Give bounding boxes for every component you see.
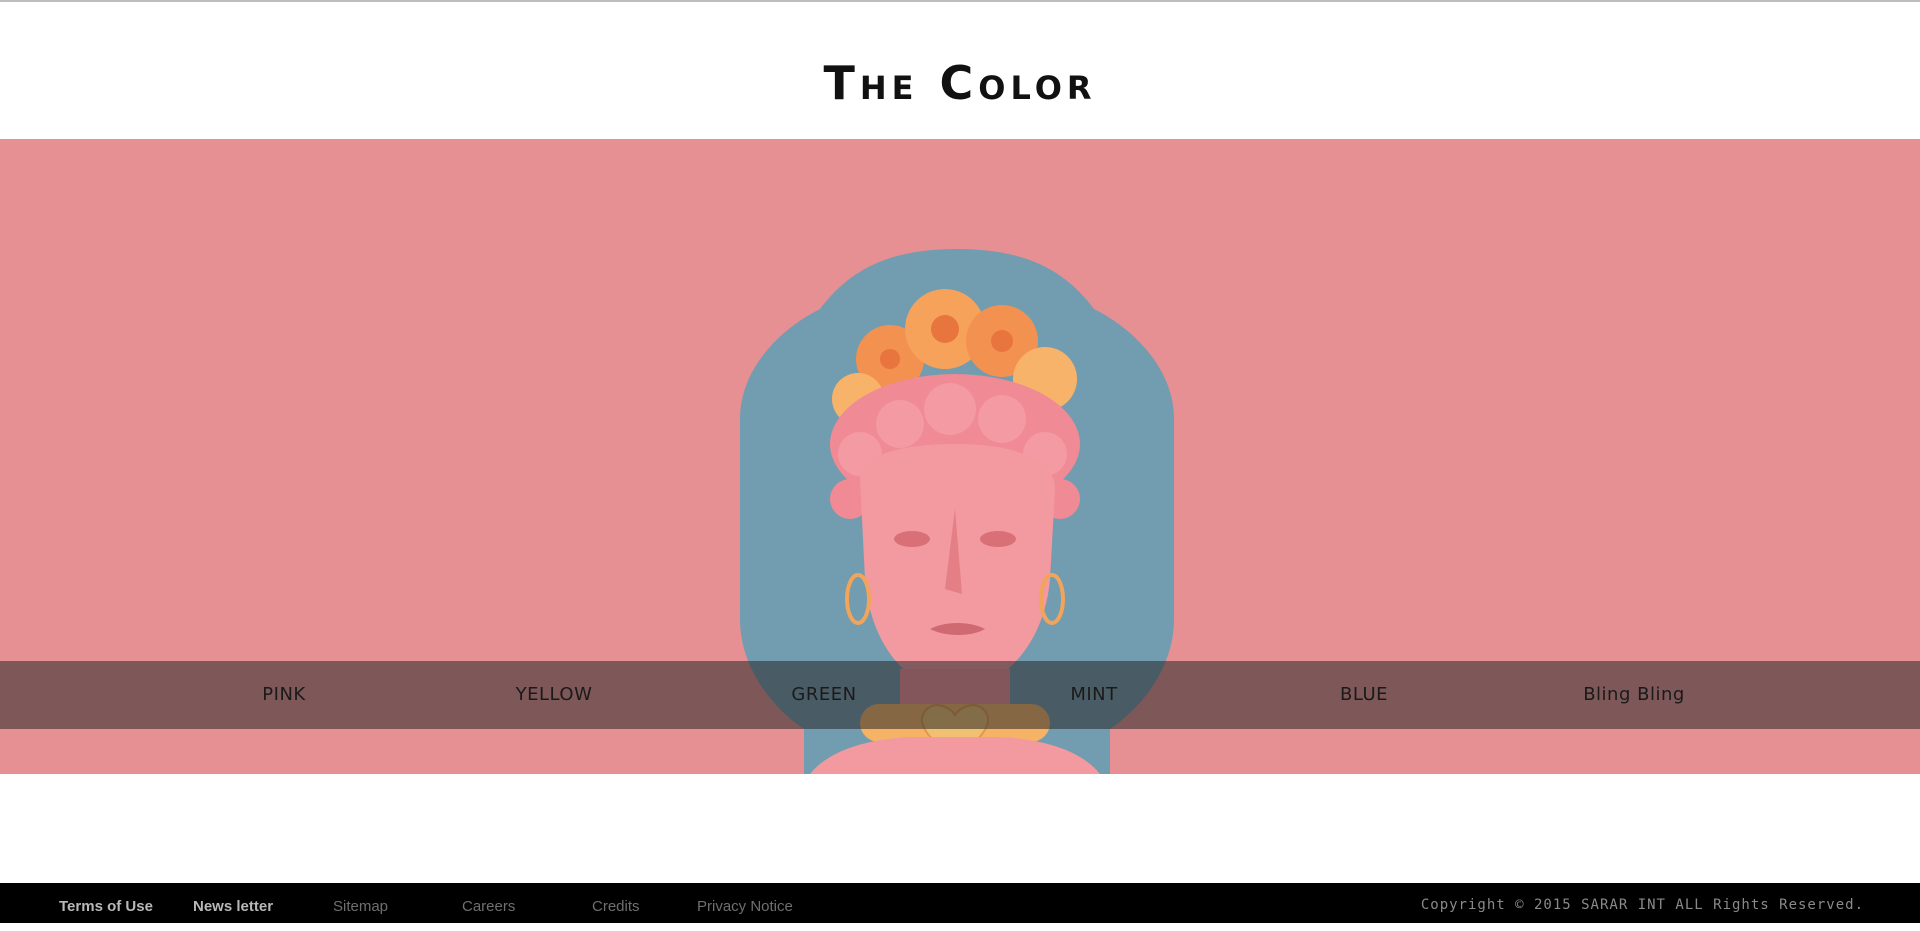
footer-link-credits[interactable]: Credits <box>592 883 640 923</box>
footer-link-newsletter[interactable]: News letter <box>193 883 273 923</box>
page-title: The Color <box>823 56 1097 110</box>
site-footer: Terms of Use News letter Sitemap Careers… <box>0 883 1920 923</box>
color-nav-bar: PINK YELLOW GREEN MINT BLUE Bling Bling <box>0 661 1920 729</box>
nav-item-green[interactable]: GREEN <box>724 661 924 729</box>
nav-item-mint[interactable]: MINT <box>994 661 1194 729</box>
site-header: The Color <box>0 2 1920 139</box>
nav-item-bling-bling[interactable]: Bling Bling <box>1534 661 1734 729</box>
nav-item-pink[interactable]: PINK <box>184 661 384 729</box>
copyright-text: Copyright © 2015 SARAR INT ALL Rights Re… <box>1420 897 1864 913</box>
footer-link-terms[interactable]: Terms of Use <box>59 883 153 923</box>
footer-link-careers[interactable]: Careers <box>462 883 515 923</box>
nav-item-blue[interactable]: BLUE <box>1264 661 1464 729</box>
footer-link-sitemap[interactable]: Sitemap <box>333 883 388 923</box>
footer-link-privacy[interactable]: Privacy Notice <box>697 883 793 923</box>
hero-banner: PINK YELLOW GREEN MINT BLUE Bling Bling <box>0 139 1920 774</box>
nav-item-yellow[interactable]: YELLOW <box>454 661 654 729</box>
